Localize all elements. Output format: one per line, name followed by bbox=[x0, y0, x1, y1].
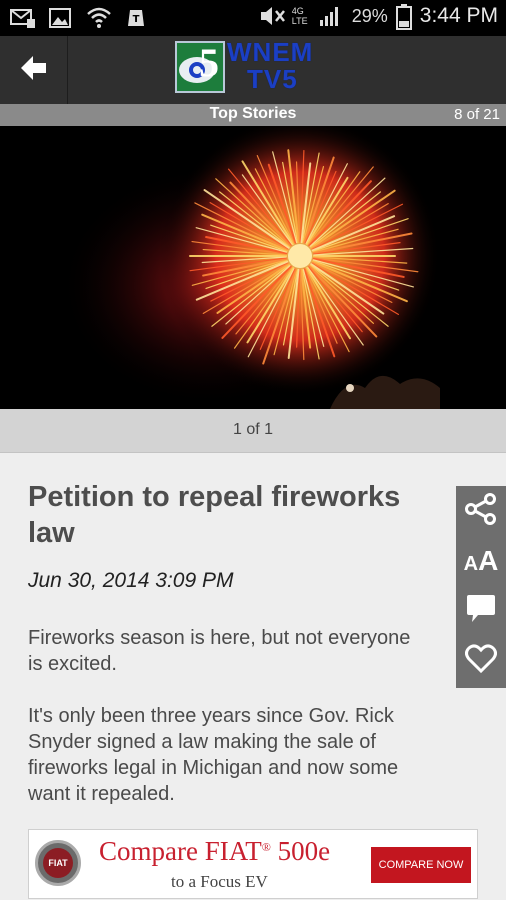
article-date: Jun 30, 2014 3:09 PM bbox=[28, 569, 234, 592]
share-button[interactable] bbox=[456, 486, 506, 536]
section-title: Top Stories bbox=[209, 105, 297, 122]
mute-icon bbox=[258, 4, 285, 28]
text-size-icon: AA bbox=[463, 545, 499, 576]
system-icons: 4G LTE 29% 3:44 PM bbox=[258, 4, 498, 30]
article-paragraph: Fireworks season is here, but not everyo… bbox=[28, 627, 411, 675]
share-icon bbox=[464, 492, 498, 530]
favorite-button[interactable] bbox=[456, 636, 506, 686]
station-logo: 5 WNEM TV5 bbox=[175, 39, 335, 99]
gallery-counter-bar: 1 of 1 bbox=[0, 409, 506, 453]
fiat-logo-text: FIAT bbox=[43, 848, 73, 878]
notification-icons: T bbox=[10, 6, 150, 30]
ad-banner[interactable]: FIAT Compare FIAT® 500e to a Focus EV CO… bbox=[28, 829, 478, 899]
fiat-logo: FIAT bbox=[35, 840, 81, 886]
tmobile-icon: T bbox=[124, 6, 150, 30]
status-bar: T 4G LTE 29% 3:44 PM bbox=[0, 0, 506, 36]
ad-container: FIAT Compare FIAT® 500e to a Focus EV CO… bbox=[0, 825, 506, 900]
network-label: 4G LTE bbox=[291, 6, 308, 26]
fireworks-photo bbox=[0, 126, 506, 409]
logo-line1: WNEM bbox=[227, 37, 314, 67]
article-headline: Petition to repeal fireworks law bbox=[28, 481, 401, 549]
logo-wordmark: WNEM TV5 bbox=[227, 39, 313, 93]
app-bar: 5 WNEM TV5 bbox=[0, 36, 506, 104]
back-button[interactable] bbox=[0, 36, 68, 104]
story-position: 8 of 21 bbox=[454, 106, 500, 123]
back-arrow-icon bbox=[19, 53, 49, 87]
article-body: Petition to repeal fireworks law Jun 30,… bbox=[0, 453, 506, 825]
mail-icon bbox=[10, 6, 36, 30]
logo-badge: 5 bbox=[175, 40, 225, 93]
compare-now-button[interactable]: COMPARE NOW bbox=[371, 847, 471, 883]
gallery-counter: 1 of 1 bbox=[232, 421, 274, 438]
ad-subline: to a Focus EV bbox=[171, 872, 268, 891]
section-bar: Top Stories 8 of 21 bbox=[0, 104, 506, 126]
comment-button[interactable] bbox=[456, 586, 506, 636]
battery-icon bbox=[395, 4, 412, 30]
text-size-button[interactable]: AA bbox=[456, 536, 506, 586]
svg-text:T: T bbox=[133, 14, 140, 25]
image-icon bbox=[48, 6, 74, 30]
favorite-heart-icon bbox=[465, 644, 497, 678]
article-photo[interactable] bbox=[0, 126, 506, 409]
signal-icon bbox=[318, 4, 344, 28]
ad-headline: Compare FIAT® 500e bbox=[99, 836, 331, 866]
wifi-icon bbox=[86, 6, 112, 30]
article-paragraph: It's only been three years since Gov. Ri… bbox=[28, 705, 399, 805]
battery-percent: 29% bbox=[351, 5, 388, 26]
comment-icon bbox=[464, 593, 498, 629]
logo-line2: TV5 bbox=[247, 64, 298, 94]
article-actions-rail: AA bbox=[456, 486, 506, 688]
clock: 3:44 PM bbox=[419, 4, 498, 27]
logo-badge-number: 5 bbox=[199, 40, 219, 85]
